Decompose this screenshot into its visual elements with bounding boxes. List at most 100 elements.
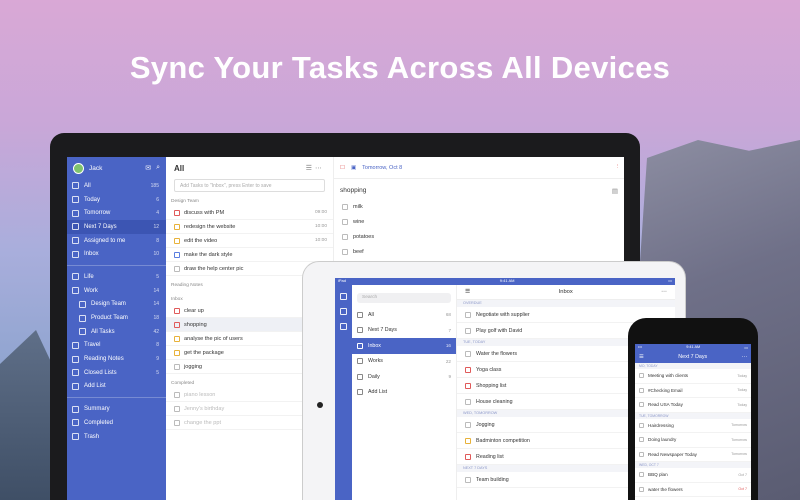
checklist-checkbox[interactable] [342, 218, 348, 225]
search-input[interactable]: Search [357, 293, 451, 303]
task-checkbox[interactable] [465, 476, 471, 483]
sidebar-list-count: 14 [153, 301, 159, 308]
checklist-checkbox[interactable] [342, 203, 348, 210]
task-checkbox[interactable] [465, 398, 471, 405]
task-title: discuss with PM [184, 209, 225, 216]
checklist-item[interactable]: potatoes [334, 229, 624, 244]
avatar[interactable] [73, 162, 84, 174]
task-checkbox[interactable] [174, 237, 180, 244]
task-row[interactable]: Doing laundry Tomorrow [635, 433, 751, 448]
task-row[interactable]: Hairdressing Tomorrow [635, 419, 751, 433]
task-row[interactable]: edit the video 10:00 [166, 234, 333, 248]
tablet-list-item[interactable]: All 68 [352, 307, 456, 323]
task-checkbox[interactable] [639, 472, 644, 478]
task-row[interactable]: make the dark style [166, 248, 333, 262]
task-checkbox[interactable] [639, 373, 644, 379]
sidebar-bottom-item[interactable]: Summary [67, 402, 166, 416]
task-row[interactable]: Meeting with clients Today [635, 369, 751, 384]
menu-icon[interactable]: ☰ [465, 289, 470, 295]
task-row[interactable]: BBQ plan Oct 7 [635, 468, 751, 483]
task-checkbox[interactable] [174, 307, 180, 314]
checklist-checkbox[interactable] [342, 233, 348, 240]
tablet-list-item[interactable]: Works 22 [352, 354, 456, 370]
priority-icon[interactable]: ⫶ [617, 164, 618, 171]
sidebar-list[interactable]: Life 5 [67, 270, 166, 284]
sort-icon[interactable]: ☰⋯ [306, 164, 325, 172]
sidebar-list[interactable]: Design Team 14 [67, 298, 166, 312]
sidebar-list[interactable]: Product Team 18 [67, 311, 166, 325]
add-task-input[interactable]: Add Tasks to "Inbox", press Enter to sav… [174, 179, 325, 192]
sidebar-list-label: Life [84, 273, 94, 280]
task-checkbox[interactable] [174, 349, 180, 356]
due-date[interactable]: Tomorrow, Oct 8 [362, 165, 402, 171]
task-row[interactable]: Read USA Today Today [635, 398, 751, 413]
sidebar-item[interactable]: Next 7 Days 12 [67, 220, 166, 234]
task-checkbox[interactable] [639, 402, 644, 408]
task-checkbox[interactable] [465, 366, 471, 373]
menu-icon[interactable]: ☰ [639, 354, 644, 360]
task-checkbox[interactable] [174, 223, 180, 230]
task-row[interactable]: water the flowers Oct 7 [635, 483, 751, 497]
task-checkbox[interactable] [174, 391, 180, 398]
sidebar-list-count: 8 [156, 342, 159, 349]
task-checkbox[interactable] [465, 327, 471, 334]
sidebar-bottom-item[interactable]: Trash [67, 430, 166, 444]
task-checkbox[interactable] [639, 437, 644, 443]
task-checkbox[interactable] [174, 251, 180, 258]
checkbox-icon[interactable]: ☐ [340, 165, 345, 171]
sidebar-bottom-item[interactable]: Completed [67, 416, 166, 430]
checklist-checkbox[interactable] [342, 248, 348, 255]
task-checkbox[interactable] [465, 421, 471, 428]
search-icon[interactable]: ⌕ [156, 164, 160, 172]
task-checkbox[interactable] [174, 405, 180, 412]
task-checkbox[interactable] [639, 486, 644, 492]
tablet-list-item[interactable]: Next 7 Days 7 [352, 323, 456, 339]
sidebar-list[interactable]: Closed Lists 5 [67, 366, 166, 380]
more-icon[interactable]: ⋯ [742, 354, 747, 360]
task-checkbox[interactable] [174, 321, 180, 328]
task-checkbox[interactable] [465, 437, 471, 444]
task-checkbox[interactable] [639, 422, 644, 428]
task-row[interactable]: discuss with PM 09:00 [166, 206, 333, 220]
checklist-icon[interactable]: ▤ [612, 187, 618, 195]
task-checkbox[interactable] [465, 350, 471, 357]
calendar-icon[interactable] [340, 308, 347, 315]
sidebar-list[interactable]: Add List [67, 380, 166, 394]
task-checkbox[interactable] [465, 311, 471, 318]
sidebar-list[interactable]: Work 14 [67, 284, 166, 298]
clock-icon[interactable] [340, 323, 347, 330]
tablet-list-item[interactable]: Daily 9 [352, 369, 456, 385]
tablet-list-item[interactable]: Inbox 16 [352, 338, 456, 354]
task-checkbox[interactable] [639, 451, 644, 457]
sidebar-item[interactable]: Today 6 [67, 193, 166, 207]
task-checkbox[interactable] [639, 387, 644, 393]
section-header[interactable]: Design Team [166, 192, 333, 206]
sidebar-item-label: Assigned to me [84, 237, 126, 244]
calendar-icon[interactable]: ▣ [351, 165, 356, 171]
task-checkbox[interactable] [174, 209, 180, 216]
task-row[interactable]: #Checking Email Today [635, 384, 751, 398]
detail-title[interactable]: shopping [340, 187, 366, 195]
mail-icon[interactable]: ✉ [145, 164, 151, 172]
sidebar-item[interactable]: All 185 [67, 179, 166, 193]
sidebar-list[interactable]: All Tasks 42 [67, 325, 166, 339]
task-checkbox[interactable] [174, 265, 180, 272]
checklist-item[interactable]: milk [334, 199, 624, 214]
sidebar-item[interactable]: Assigned to me 8 [67, 234, 166, 248]
more-icon[interactable]: ⋯ [661, 289, 667, 295]
task-checkbox[interactable] [174, 363, 180, 370]
checkbox-icon[interactable] [340, 293, 347, 300]
sidebar-list[interactable]: Reading Notes 9 [67, 352, 166, 366]
sidebar-item[interactable]: Tomorrow 4 [67, 206, 166, 220]
task-row[interactable]: redesign the website 10:00 [166, 220, 333, 234]
task-checkbox[interactable] [174, 419, 180, 426]
task-checkbox[interactable] [465, 453, 471, 460]
sidebar-item[interactable]: Inbox 10 [67, 247, 166, 261]
checklist-item[interactable]: beef [334, 244, 624, 259]
task-checkbox[interactable] [174, 335, 180, 342]
task-row[interactable]: Read Newspaper Today Tomorrow [635, 448, 751, 462]
task-checkbox[interactable] [465, 382, 471, 389]
checklist-item[interactable]: wine [334, 214, 624, 229]
sidebar-list[interactable]: Travel 8 [67, 339, 166, 353]
tablet-list-item[interactable]: Add List [352, 385, 456, 401]
